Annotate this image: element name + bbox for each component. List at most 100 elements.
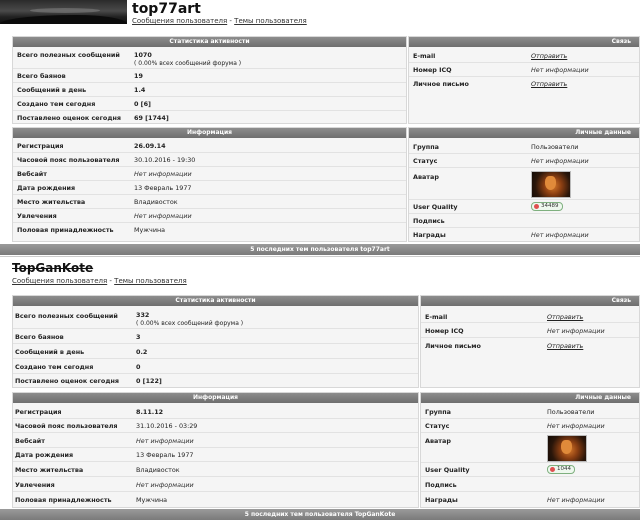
last-topics-bar[interactable]: 5 последних тем пользователя TopGanKote (0, 509, 640, 520)
info-panel: Информация Регистрация 8.11.12 Часовой по… (12, 392, 419, 508)
personal-row: Группа Пользователи (421, 404, 639, 419)
personal-label: Статус (425, 422, 450, 430)
personal-label: Подпись (425, 481, 457, 489)
profile-username: top77art (132, 1, 201, 17)
quality-dot-icon (550, 467, 555, 472)
stats-label: Всего баянов (17, 72, 66, 80)
info-value: 31.10.2016 - 03:29 (136, 422, 198, 430)
info-label: Место жительства (17, 198, 86, 206)
info-value: Нет информации (134, 170, 192, 178)
email-send-link[interactable]: Отправить (547, 313, 583, 321)
info-row: Часовой пояс пользователя 30.10.2016 - 19… (13, 153, 406, 167)
private-message-link[interactable]: Отправить (531, 80, 567, 88)
personal-value: Пользователи (531, 143, 579, 151)
contact-label: E-mail (425, 313, 448, 321)
stats-row: Поставлено оценок сегодня 0 [122] (13, 374, 418, 388)
stats-row: Создано тем сегодня 0 (13, 359, 418, 374)
info-row: Половая принадлежность Мужчина (13, 492, 418, 507)
contact-panel: Связь E-mail Отправить Номер ICQ Нет инф… (420, 295, 640, 388)
personal-row: Подпись (409, 214, 639, 228)
user-quality-badge[interactable]: 1044 (547, 465, 575, 474)
info-label: Место жительства (15, 466, 84, 474)
contact-row: Номер ICQ Нет информации (409, 63, 639, 77)
personal-row: Награды Нет информации (421, 492, 639, 507)
personal-value: Нет информации (531, 231, 589, 239)
stats-label: Создано тем сегодня (17, 100, 96, 108)
stats-value: 19 (134, 72, 143, 80)
info-label: Часовой пояс пользователя (17, 156, 120, 164)
stats-value: 0 [122] (136, 377, 162, 385)
info-row: Дата рождения 13 Февраль 1977 (13, 181, 406, 195)
stats-row: Всего баянов 3 (13, 329, 418, 344)
info-label: Дата рождения (17, 184, 76, 192)
info-value: Владивосток (134, 198, 178, 206)
info-row: Регистрация 8.11.12 (13, 404, 418, 419)
stats-label: Поставлено оценок сегодня (15, 377, 119, 385)
stats-value: 0 [6] (134, 100, 151, 108)
activity-stats-header: Статистика активности (13, 37, 406, 47)
info-header: Информация (13, 128, 406, 138)
user-messages-link[interactable]: Сообщения пользователя (12, 277, 107, 285)
last-topics-bar[interactable]: 5 последних тем пользователя top77art (0, 244, 640, 255)
personal-data-header: Личные данные (421, 393, 639, 403)
info-value: 26.09.14 (134, 142, 166, 150)
info-value: Мужчина (136, 496, 168, 504)
info-value: Нет информации (136, 481, 194, 489)
info-label: Часовой пояс пользователя (15, 422, 118, 430)
user-messages-link[interactable]: Сообщения пользователя (132, 17, 227, 25)
personal-value: Нет информации (531, 157, 589, 165)
personal-label: Аватар (425, 437, 451, 445)
stats-row: Всего полезных сообщений 332( 0.00% всех… (13, 307, 418, 329)
personal-row: Аватар (421, 433, 639, 463)
personal-row: Статус Нет информации (421, 419, 639, 433)
stats-value: 3 (136, 333, 141, 341)
info-label: Увлечения (15, 481, 55, 489)
contact-label: E-mail (413, 52, 436, 60)
info-value: 8.11.12 (136, 408, 164, 416)
private-message-link[interactable]: Отправить (547, 342, 583, 350)
info-value: Мужчина (134, 226, 166, 234)
info-value: Нет информации (134, 212, 192, 220)
personal-row: Аватар (409, 168, 639, 200)
personal-row: Награды Нет информации (409, 228, 639, 242)
stats-row: Создано тем сегодня 0 [6] (13, 97, 406, 111)
stats-label: Сообщений в день (15, 348, 85, 356)
stats-label: Сообщений в день (17, 86, 87, 94)
personal-value: Пользователи (547, 408, 595, 416)
info-label: Регистрация (15, 408, 62, 416)
activity-stats-header: Статистика активности (13, 296, 418, 306)
stats-label: Всего баянов (15, 333, 64, 341)
contact-row: E-mail Отправить (421, 309, 639, 323)
user-topics-link[interactable]: Темы пользователя (114, 277, 187, 285)
user-avatar (531, 171, 571, 198)
contact-label: Личное письмо (413, 80, 469, 88)
profile-links: Сообщения пользователя - Темы пользовате… (12, 277, 187, 285)
personal-label: Награды (425, 496, 458, 504)
info-label: Вебсайт (17, 170, 47, 178)
stats-value: 332( 0.00% всех сообщений форума ) (136, 311, 244, 327)
profile-username: TopGanKote (12, 261, 94, 275)
user-topics-link[interactable]: Темы пользователя (234, 17, 307, 25)
info-value: Владивосток (136, 466, 180, 474)
user-quality-badge[interactable]: 34489 (531, 202, 563, 211)
personal-label: Группа (425, 408, 451, 416)
info-label: Вебсайт (15, 437, 45, 445)
info-row: Дата рождения 13 Февраль 1977 (13, 448, 418, 462)
contact-label: Личное письмо (425, 342, 481, 350)
info-row: Увлечения Нет информации (13, 477, 418, 492)
info-header: Информация (13, 393, 418, 403)
contact-header: Связь (409, 37, 639, 47)
stats-label: Всего полезных сообщений (17, 51, 120, 59)
info-row: Часовой пояс пользователя 31.10.2016 - 03… (13, 419, 418, 433)
info-label: Регистрация (17, 142, 64, 150)
stats-row: Сообщений в день 1.4 (13, 83, 406, 97)
personal-data-header: Личные данные (409, 128, 639, 138)
contact-row: Личное письмо Отправить (409, 77, 639, 91)
profile-topgankote: TopGanKote Сообщения пользователя - Темы… (0, 258, 640, 523)
personal-label: User Quality (425, 466, 470, 474)
personal-label: Подпись (413, 217, 445, 225)
personal-row: Группа Пользователи (409, 140, 639, 154)
stats-value: 0 (136, 363, 141, 371)
profile-banner-image (0, 0, 127, 24)
email-send-link[interactable]: Отправить (531, 52, 567, 60)
